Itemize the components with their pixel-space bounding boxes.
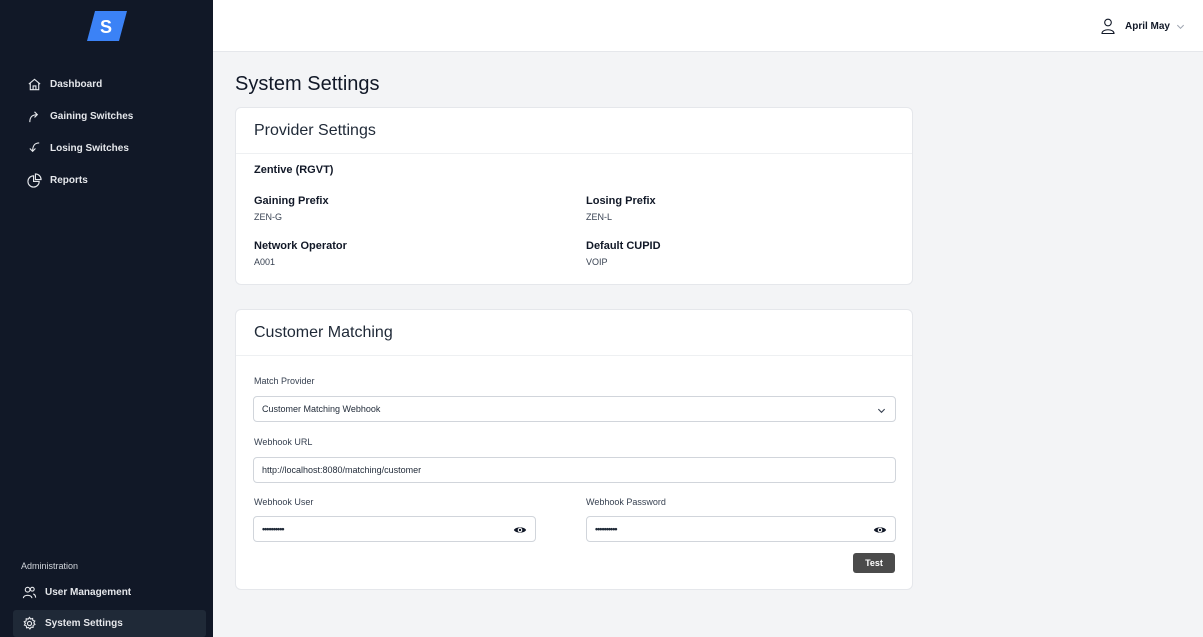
field-label: Network Operator: [254, 240, 347, 252]
chevron-down-icon: [877, 408, 886, 414]
home-icon: [26, 76, 42, 92]
field-label: Losing Prefix: [586, 195, 656, 207]
masked-value: ••••••••••: [262, 524, 284, 534]
nav-item-reports[interactable]: Reports: [0, 164, 213, 196]
webhook-password-label: Webhook Password: [586, 497, 666, 507]
webhook-url-label: Webhook URL: [254, 437, 313, 447]
network-operator-field: Network Operator A001: [254, 240, 347, 267]
chevron-down-icon: [1176, 24, 1185, 29]
logo-icon: S: [86, 11, 127, 41]
nav-item-user-management[interactable]: User Management: [0, 578, 213, 606]
provider-name: Zentive (RGVT): [254, 164, 334, 176]
nav-label: User Management: [45, 586, 132, 598]
select-value: Customer Matching Webhook: [262, 404, 381, 414]
page-title: System Settings: [235, 73, 380, 95]
card-title: Provider Settings: [236, 108, 912, 154]
user-icon: [1101, 18, 1115, 34]
nav-item-gaining-switches[interactable]: Gaining Switches: [0, 100, 213, 132]
admin-section-title: Administration: [21, 561, 79, 571]
losing-prefix-field: Losing Prefix ZEN-L: [586, 195, 656, 222]
field-value: VOIP: [586, 257, 608, 267]
user-menu[interactable]: April May: [1101, 18, 1185, 34]
eye-icon[interactable]: [513, 523, 527, 537]
nav-item-losing-switches[interactable]: Losing Switches: [0, 132, 213, 164]
field-value: ZEN-G: [254, 212, 282, 222]
match-provider-label: Match Provider: [254, 376, 315, 386]
match-provider-select[interactable]: Customer Matching Webhook: [253, 396, 896, 422]
webhook-password-input[interactable]: ••••••••••: [586, 516, 896, 542]
nav-label: Losing Switches: [50, 142, 129, 154]
nav-item-system-settings[interactable]: System Settings: [13, 610, 206, 637]
field-value: A001: [254, 257, 276, 267]
admin-nav: User Management System Settings: [0, 578, 213, 637]
input-value: http://localhost:8080/matching/customer: [262, 465, 422, 475]
gaining-prefix-field: Gaining Prefix ZEN-G: [254, 195, 329, 222]
field-label: Default CUPID: [586, 240, 661, 252]
test-button[interactable]: Test: [853, 553, 895, 573]
customer-matching-card: Customer Matching Match Provider Custome…: [235, 309, 913, 590]
main-nav: Dashboard Gaining Switches Losing Switch…: [0, 68, 213, 196]
webhook-user-label: Webhook User: [254, 497, 314, 507]
default-cupid-field: Default CUPID VOIP: [586, 240, 661, 267]
logo-area[interactable]: S: [0, 0, 213, 52]
pie-chart-icon: [26, 172, 42, 188]
nav-label: System Settings: [45, 618, 123, 629]
nav-label: Dashboard: [50, 78, 103, 90]
nav-label: Gaining Switches: [50, 110, 134, 122]
top-bar: April May: [213, 0, 1203, 52]
gear-icon: [21, 616, 37, 632]
nav-item-dashboard[interactable]: Dashboard: [0, 68, 213, 100]
webhook-url-input[interactable]: http://localhost:8080/matching/customer: [253, 457, 896, 483]
field-value: ZEN-L: [586, 212, 613, 222]
provider-settings-card: Provider Settings Zentive (RGVT) Gaining…: [235, 107, 913, 285]
masked-value: ••••••••••: [595, 524, 617, 534]
card-title: Customer Matching: [236, 310, 912, 356]
user-name: April May: [1124, 20, 1170, 32]
webhook-user-input[interactable]: ••••••••••: [253, 516, 536, 542]
svg-text:S: S: [99, 17, 111, 37]
nav-label: Reports: [50, 174, 88, 186]
field-label: Gaining Prefix: [254, 195, 329, 207]
eye-icon[interactable]: [873, 523, 887, 537]
arrow-down-curve-icon: [26, 140, 42, 156]
arrow-up-curve-icon: [26, 108, 42, 124]
sidebar: S Dashboard Gaining Switches Losing Swit…: [0, 0, 213, 637]
users-icon: [21, 584, 37, 600]
